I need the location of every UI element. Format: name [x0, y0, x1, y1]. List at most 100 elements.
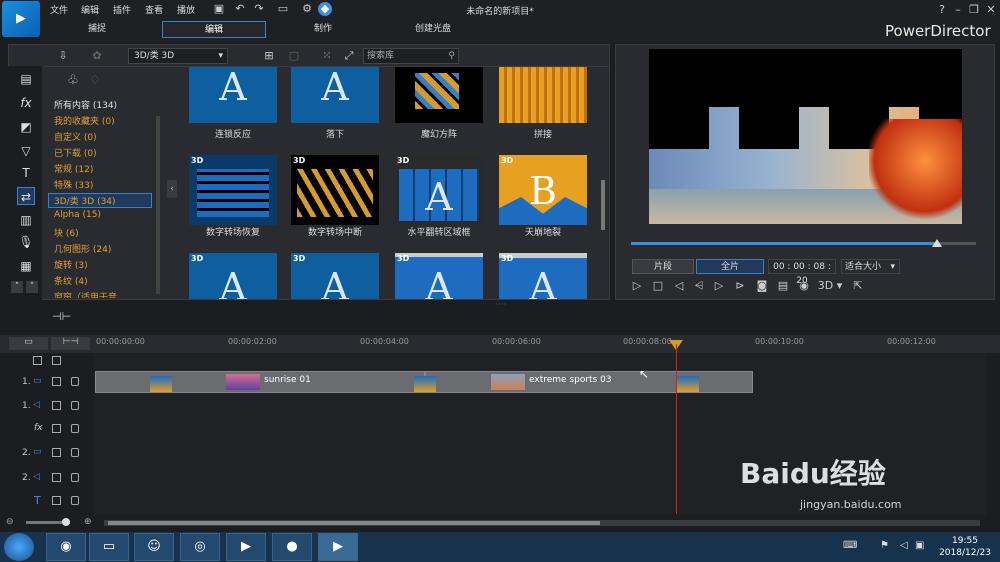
- tray-network-icon[interactable]: ▣: [915, 540, 924, 551]
- play-icon[interactable]: ▷: [630, 279, 644, 293]
- subtitle-icon[interactable]: ▤: [776, 279, 790, 293]
- thumb-chain-reaction[interactable]: A: [189, 67, 277, 123]
- fx-room-icon[interactable]: fx: [17, 94, 35, 112]
- redo-icon[interactable]: ↷: [252, 2, 266, 16]
- chevron-down-icon[interactable]: ˅: [26, 281, 38, 293]
- taskbar-media-icon[interactable]: ▶: [226, 533, 266, 561]
- volume-icon[interactable]: ◉: [797, 279, 811, 293]
- undo-icon[interactable]: ↶: [233, 2, 247, 16]
- thumb-3d[interactable]: 3D A: [189, 253, 277, 299]
- zoom-out-icon[interactable]: ⊖: [6, 517, 14, 527]
- timeline-scroll-thumb[interactable]: [108, 521, 600, 525]
- lock-icon[interactable]: [71, 401, 79, 410]
- lock-icon[interactable]: [71, 448, 79, 457]
- taskbar-powerdirector-icon[interactable]: ▶: [318, 533, 358, 561]
- category-item[interactable]: 自定义 (0): [54, 130, 97, 143]
- playhead-line[interactable]: [676, 344, 677, 514]
- tab-produce[interactable]: 制作: [271, 21, 375, 38]
- fit-timeline-icon[interactable]: ⊣⊢: [52, 310, 71, 324]
- lock-icon[interactable]: [71, 496, 79, 505]
- track-checkbox[interactable]: [52, 496, 61, 505]
- menu-edit[interactable]: 编辑: [81, 3, 99, 16]
- media-room-icon[interactable]: ▤: [17, 70, 35, 88]
- save-icon[interactable]: ▣: [212, 2, 226, 16]
- system-clock[interactable]: 19:55 2018/12/23: [935, 535, 995, 559]
- category-dropdown[interactable]: 3D/类 3D ▾: [128, 48, 228, 64]
- category-scrollbar[interactable]: [156, 116, 160, 294]
- split-icon[interactable]: ⩤: [692, 279, 706, 293]
- zoom-knob[interactable]: [62, 518, 70, 526]
- tray-flag-icon[interactable]: ⚑: [880, 540, 889, 551]
- thumb-horizontal-flip[interactable]: 3D A: [395, 155, 483, 225]
- thumb-earthquake[interactable]: 3D B: [499, 155, 587, 225]
- category-item-selected[interactable]: 3D/类 3D (34): [48, 193, 152, 208]
- expand-icon[interactable]: ⤢: [342, 49, 356, 63]
- collapse-panel-button[interactable]: ‹: [167, 180, 177, 198]
- search-input[interactable]: 搜索库 ⚲: [363, 48, 459, 64]
- zoom-in-icon[interactable]: ⊕: [84, 517, 92, 527]
- taskbar-firefox-icon[interactable]: ◎: [180, 533, 220, 561]
- fast-forward-icon[interactable]: ⊳: [733, 279, 747, 293]
- preview-scrubber[interactable]: [932, 239, 942, 247]
- stop-icon[interactable]: □: [651, 279, 665, 293]
- thumb-digital-break[interactable]: 3D: [291, 155, 379, 225]
- 3d-mode-button[interactable]: 3D ▾: [815, 279, 845, 293]
- lock-icon[interactable]: [71, 424, 79, 433]
- aspect-ratio-icon[interactable]: ▭: [274, 2, 292, 16]
- category-item[interactable]: 块 (6): [54, 226, 79, 239]
- grid-scroll-thumb[interactable]: [601, 180, 605, 230]
- thumb-3d[interactable]: 3D A: [499, 253, 587, 299]
- previous-frame-icon[interactable]: ◁: [672, 279, 686, 293]
- start-button[interactable]: [4, 533, 34, 561]
- tab-edit[interactable]: 编辑: [162, 21, 266, 38]
- close-button[interactable]: ✕: [983, 2, 999, 18]
- grid-view-icon[interactable]: ⁙: [320, 49, 334, 63]
- lock-icon[interactable]: [71, 473, 79, 482]
- particle-room-icon[interactable]: ▽: [17, 142, 35, 160]
- zoom-fit-dropdown[interactable]: 适合大小 ▾: [841, 259, 900, 274]
- taskbar-record-icon[interactable]: ●: [272, 533, 312, 561]
- import-icon[interactable]: ⇩: [56, 49, 70, 63]
- track-checkbox[interactable]: [52, 473, 61, 482]
- menu-view[interactable]: 查看: [145, 3, 163, 16]
- movie-mode-button[interactable]: 全片: [696, 259, 764, 274]
- next-frame-icon[interactable]: ▷: [712, 279, 726, 293]
- category-item[interactable]: 旋转 (3): [54, 258, 88, 271]
- transition-marker[interactable]: [150, 376, 172, 392]
- category-item[interactable]: 几何图形 (24): [54, 242, 111, 255]
- menu-file[interactable]: 文件: [50, 3, 68, 16]
- audio-mixing-icon[interactable]: ▥: [17, 211, 35, 229]
- drag-handle-icon[interactable]: ····: [495, 300, 506, 310]
- category-item[interactable]: 已下载 (0): [54, 146, 97, 159]
- track-checkbox[interactable]: [52, 424, 61, 433]
- lock-icon[interactable]: [71, 377, 79, 386]
- video-clip-extreme-sports[interactable]: extreme sports 03: [425, 371, 753, 393]
- thumb-splice[interactable]: [499, 67, 587, 123]
- restore-button[interactable]: ❐: [966, 2, 982, 18]
- help-button[interactable]: ?: [934, 2, 950, 18]
- chevron-up-icon[interactable]: ˄: [11, 281, 23, 293]
- upgrade-icon[interactable]: ◆: [318, 2, 332, 16]
- all-tracks-checkbox[interactable]: [33, 356, 42, 365]
- menu-plugins[interactable]: 插件: [113, 3, 131, 16]
- category-item[interactable]: 我的收藏夹 (0): [54, 114, 115, 127]
- thumb-digital-restore[interactable]: 3D: [189, 155, 277, 225]
- video-clip-sunrise[interactable]: sunrise 01: [95, 371, 425, 393]
- pip-room-icon[interactable]: ◩: [17, 118, 35, 136]
- transition-marker[interactable]: [677, 376, 699, 392]
- settings-icon[interactable]: ⚙: [300, 2, 314, 16]
- thumb-magic-cube[interactable]: [395, 67, 483, 123]
- title-room-icon[interactable]: T: [17, 164, 35, 182]
- track-checkbox[interactable]: [52, 401, 61, 410]
- undock-icon[interactable]: ⇱: [851, 279, 865, 293]
- thumb-fall[interactable]: A: [291, 67, 379, 123]
- tray-keyboard-icon[interactable]: ⌨: [843, 540, 857, 551]
- tab-capture[interactable]: 捕捉: [45, 21, 149, 38]
- voiceover-icon[interactable]: 🎙: [17, 233, 35, 251]
- timeline-mode-icon[interactable]: ⊢⊣: [51, 337, 90, 350]
- chapter-room-icon[interactable]: ▦: [17, 257, 35, 275]
- category-item[interactable]: 特殊 (33): [54, 178, 93, 191]
- transition-room-icon[interactable]: ⇄: [17, 187, 35, 205]
- minimize-button[interactable]: –: [950, 2, 966, 18]
- taskbar-app-icon[interactable]: ◉: [46, 533, 86, 561]
